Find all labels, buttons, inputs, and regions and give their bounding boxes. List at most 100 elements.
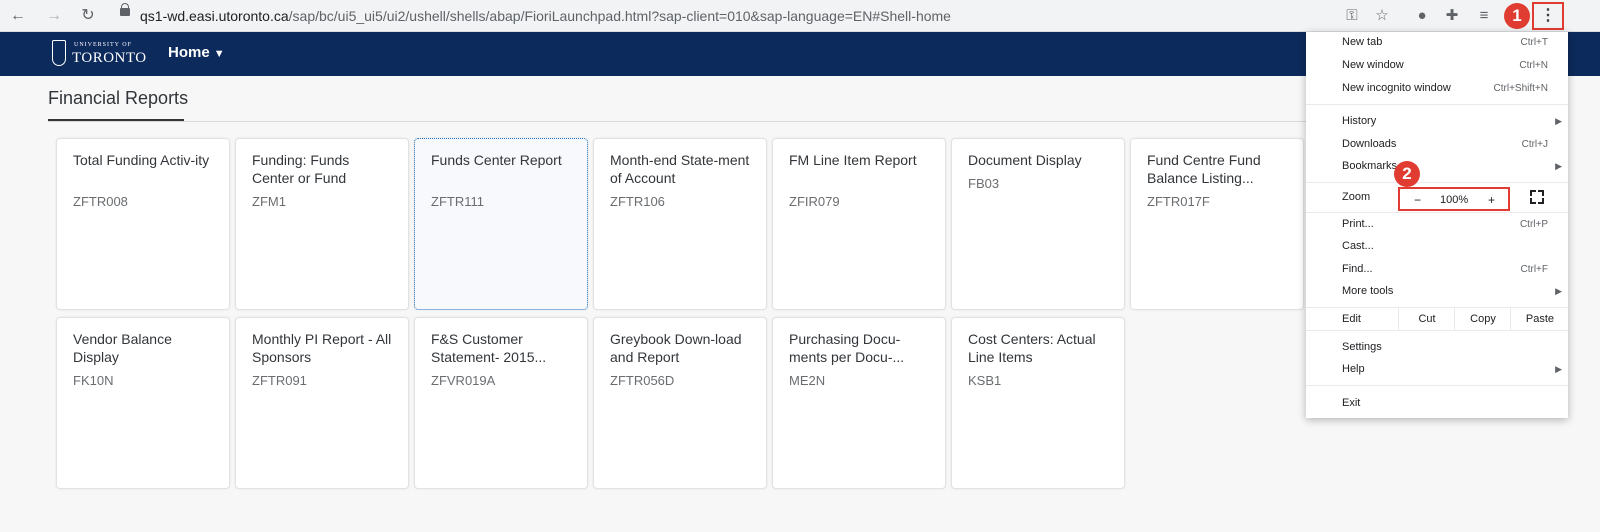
tile[interactable]: Funds Center Report ZFTR111 [414,138,588,310]
tile-title: Cost Centers: Actual Line Items [968,331,1096,365]
url-host: qs1-wd.easi.utoronto.ca [140,8,289,24]
zoom-value: 100% [1440,194,1469,206]
tile[interactable]: Purchasing Docu-ments per Docu-... ME2N [772,317,946,489]
tile-title: Greybook Down-load and Report [610,331,742,365]
zoom-out-button[interactable]: − [1414,193,1421,207]
crest-icon [52,40,66,66]
menu-new-window[interactable]: New window [1342,59,1404,71]
lock-icon[interactable] [120,3,130,16]
tile-subtitle: ZFTR056D [610,373,675,388]
tile-title: F&S Customer Statement- 2015... [431,331,547,365]
star-icon[interactable]: ☆ [1372,6,1392,26]
tile[interactable]: Month-end State-ment of Account ZFTR106 [593,138,767,310]
tile[interactable]: Fund Centre Fund Balance Listing... ZFTR… [1130,138,1304,310]
reading-list-icon[interactable]: ≡ [1474,6,1494,26]
menu-divider [1306,212,1568,213]
tile-subtitle: ZFTR106 [610,194,665,209]
shortcut-print: Ctrl+P [1519,219,1548,230]
menu-cut[interactable]: Cut [1398,308,1455,330]
tile-title: Funding: Funds Center or Fund [252,152,350,186]
page-title[interactable]: Financial Reports [48,88,188,109]
menu-help[interactable]: Help [1342,363,1365,375]
menu-cast[interactable]: Cast... [1342,240,1374,252]
tile-subtitle: ME2N [789,373,826,388]
tile-title: FM Line Item Report [789,152,917,168]
menu-divider [1306,330,1568,331]
logo-small-text: UNIVERSITY OF [74,42,132,48]
tile[interactable]: FM Line Item Report ZFIR079 [772,138,946,310]
menu-print[interactable]: Print... [1342,218,1374,230]
tile-subtitle: ZFM1 [252,194,286,209]
title-divider [48,121,1308,122]
university-logo[interactable]: UNIVERSITY OF TORONTO [52,40,148,70]
chrome-menu: New tab Ctrl+T New window Ctrl+N New inc… [1306,32,1568,418]
step-badge-1: 1 [1504,3,1530,29]
menu-bookmarks[interactable]: Bookmarks [1342,160,1397,172]
tile-subtitle: FK10N [73,373,114,388]
tile[interactable]: Greybook Down-load and Report ZFTR056D [593,317,767,489]
menu-exit[interactable]: Exit [1342,397,1360,409]
tile[interactable]: Cost Centers: Actual Line Items KSB1 [951,317,1125,489]
tile-title: Purchasing Docu-ments per Docu-... [789,331,905,365]
tile-title: Funds Center Report [431,152,562,168]
chrome-menu-button[interactable]: ⋮ [1532,2,1564,30]
chevron-right-icon: ▶ [1555,364,1562,374]
fullscreen-icon[interactable] [1530,190,1544,204]
logo-big-text: TORONTO [72,50,147,66]
key-icon[interactable]: ⚿ [1342,6,1362,26]
tile-title: Month-end State-ment of Account [610,152,750,186]
tile-subtitle: ZFTR091 [252,373,307,388]
url-path: /sap/bc/ui5_ui5/ui2/ushell/shells/abap/F… [288,8,951,24]
tile[interactable]: Total Funding Activ-ity ZFTR008 [56,138,230,310]
tile-subtitle: KSB1 [968,373,1002,388]
shortcut-find: Ctrl+F [1520,264,1549,275]
tile[interactable]: Vendor Balance Display FK10N [56,317,230,489]
puzzle-icon[interactable]: ✚ [1442,6,1462,26]
chevron-right-icon: ▶ [1555,161,1562,171]
shortcut-downloads: Ctrl+J [1521,139,1548,150]
menu-history[interactable]: History [1342,115,1376,127]
zoom-in-button[interactable]: + [1488,193,1495,207]
zoom-controls: − 100% + [1398,187,1510,211]
menu-downloads[interactable]: Downloads [1342,138,1396,150]
tile-subtitle: ZFTR008 [73,194,128,209]
tile-title: Fund Centre Fund Balance Listing... [1147,152,1261,186]
tile-subtitle: ZFTR017F [1147,194,1210,209]
tile-title: Monthly PI Report - All Sponsors [252,331,392,365]
forward-icon[interactable]: → [44,6,64,26]
step-badge-2: 2 [1394,161,1420,187]
extension-circle-icon[interactable]: ● [1412,6,1432,26]
url-text[interactable]: qs1-wd.easi.utoronto.ca/sap/bc/ui5_ui5/u… [140,8,951,24]
tile-subtitle: ZFTR111 [431,194,484,209]
chevron-right-icon: ▶ [1555,116,1562,126]
menu-new-tab[interactable]: New tab [1342,36,1382,48]
reload-icon[interactable]: ↻ [78,6,98,26]
menu-paste[interactable]: Paste [1510,308,1569,330]
tile[interactable]: Monthly PI Report - All Sponsors ZFTR091 [235,317,409,489]
caret-down-icon: ▼ [213,48,225,60]
menu-divider [1306,385,1568,386]
tile-title: Total Funding Activ-ity [73,152,210,168]
chevron-right-icon: ▶ [1555,286,1562,296]
tile-subtitle: ZFIR079 [789,194,840,209]
browser-toolbar: ← → ↻ qs1-wd.easi.utoronto.ca/sap/bc/ui5… [0,0,1600,32]
menu-settings[interactable]: Settings [1342,341,1382,353]
menu-find[interactable]: Find... [1342,263,1373,275]
home-label: Home [168,44,210,61]
tile[interactable]: Document Display FB03 [951,138,1125,310]
tile-subtitle: FB03 [968,176,1000,191]
tile[interactable]: F&S Customer Statement- 2015... ZFVR019A [414,317,588,489]
menu-copy[interactable]: Copy [1454,308,1511,330]
menu-zoom-label: Zoom [1342,191,1371,203]
tile[interactable]: Funding: Funds Center or Fund ZFM1 [235,138,409,310]
menu-more-tools[interactable]: More tools [1342,285,1393,297]
shortcut-new-window: Ctrl+N [1519,60,1548,71]
back-icon[interactable]: ← [8,6,28,26]
menu-new-incognito[interactable]: New incognito window [1342,82,1451,94]
menu-divider [1306,182,1568,183]
home-menu-button[interactable]: Home ▼ [168,44,225,61]
shortcut-new-tab: Ctrl+T [1520,37,1549,48]
tile-subtitle: ZFVR019A [431,373,496,388]
tile-title: Document Display [968,152,1082,168]
menu-divider [1306,104,1568,105]
